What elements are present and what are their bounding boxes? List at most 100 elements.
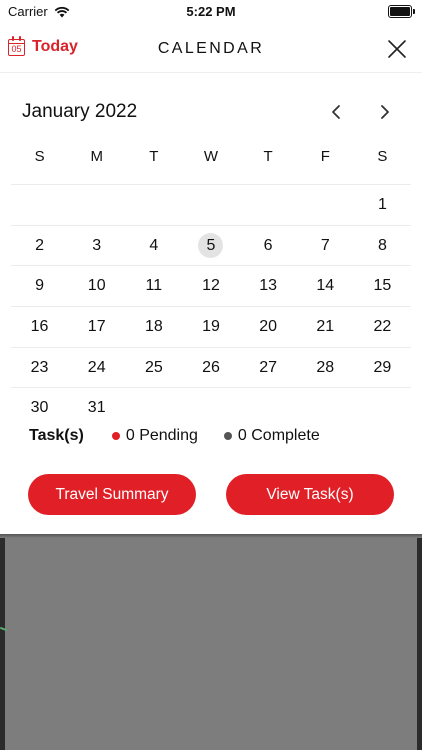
calendar-day[interactable]: 10 (68, 266, 125, 306)
background-overlay (0, 534, 422, 750)
calendar-header: 05 Today CALENDAR (0, 28, 422, 73)
calendar-day[interactable]: 12 (182, 266, 239, 306)
calendar-day[interactable]: 14 (297, 266, 354, 306)
calendar-week-row: 1 (11, 184, 411, 225)
weekday-label: S (34, 148, 45, 165)
calendar-week-row: 2 3 4 5 6 7 8 (11, 224, 411, 266)
calendar-day-number: 16 (30, 317, 49, 335)
weekday-label: T (149, 148, 159, 165)
weekday-label: T (263, 148, 273, 165)
chevron-right-icon[interactable] (372, 99, 398, 125)
calendar-day[interactable]: 6 (240, 226, 297, 266)
calendar-day[interactable]: 7 (297, 226, 354, 266)
month-title: January 2022 (22, 101, 138, 122)
calendar-day[interactable]: 24 (68, 348, 125, 388)
battery-icon (388, 5, 415, 18)
calendar-day[interactable]: 19 (182, 307, 239, 347)
tasks-label: Task(s) (29, 427, 84, 444)
calendar-day[interactable]: 23 (11, 348, 68, 388)
calendar-day-number: 4 (149, 236, 159, 254)
calendar-day[interactable]: 3 (68, 226, 125, 266)
calendar-day[interactable]: 11 (125, 266, 182, 306)
calendar-day-number: 3 (92, 236, 102, 254)
calendar-day-number: 8 (377, 236, 387, 254)
calendar-day-number: 26 (202, 358, 220, 376)
calendar-day[interactable]: 4 (125, 226, 182, 266)
calendar-day[interactable]: 22 (354, 307, 411, 347)
calendar-day[interactable]: 9 (11, 266, 68, 306)
pending-count: 0 Pending (111, 427, 198, 445)
view-tasks-button[interactable]: View Task(s) (226, 474, 394, 515)
status-bar: Carrier 5:22 PM (0, 0, 422, 24)
calendar-empty-cell (354, 388, 411, 428)
calendar-day[interactable]: 18 (125, 307, 182, 347)
calendar-week-row: 30 31 (11, 387, 411, 428)
calendar-day-number: 19 (202, 317, 220, 335)
calendar-day-number: 23 (30, 358, 49, 376)
calendar-day-number: 17 (87, 317, 106, 335)
calendar-day-number: 27 (259, 358, 278, 376)
calendar-day[interactable]: 2 (11, 226, 68, 266)
chevron-left-icon[interactable] (323, 99, 349, 125)
overlay-edge-right (417, 534, 422, 750)
calendar-day-number: 9 (35, 277, 45, 295)
calendar-empty-cell (297, 388, 354, 428)
calendar-empty-cell (240, 185, 297, 225)
calendar-day-number: 5 (198, 233, 224, 259)
calendar-day-number: 25 (144, 358, 163, 376)
calendar-week-row: 16 17 18 19 20 21 22 (11, 306, 411, 347)
calendar-empty-cell (68, 185, 125, 225)
calendar-day-number: 28 (316, 358, 335, 376)
calendar-day-number: 2 (35, 236, 45, 254)
calendar-day-number: 1 (377, 195, 387, 213)
calendar-grid: 1 2 3 4 5 6 7 8 9 10 11 12 13 14 15 16 17 18 19 20 21 22 23 24 2… (11, 184, 411, 428)
calendar-day-number: 14 (316, 277, 335, 295)
calendar-day[interactable]: 1 (354, 185, 411, 225)
weekday-label: F (320, 148, 330, 165)
close-icon[interactable] (386, 38, 408, 60)
calendar-day[interactable]: 15 (354, 266, 411, 306)
pending-label: 0 Pending (125, 427, 198, 444)
calendar-empty-cell (125, 388, 182, 428)
task-summary: Task(s) 0 Pending 0 Complete (29, 427, 346, 445)
calendar-empty-cell (125, 185, 182, 225)
calendar-day-number: 22 (373, 317, 392, 335)
calendar-day-number: 11 (145, 277, 163, 295)
calendar-empty-cell (182, 388, 239, 428)
calendar-day-number: 18 (144, 317, 163, 335)
calendar-day[interactable]: 29 (354, 348, 411, 388)
calendar-empty-cell (11, 185, 68, 225)
calendar-day-number: 20 (259, 317, 278, 335)
calendar-day-number: 21 (316, 317, 335, 335)
calendar-day[interactable]: 25 (125, 348, 182, 388)
calendar-day-number: 6 (263, 236, 273, 254)
calendar-day[interactable]: 27 (240, 348, 297, 388)
calendar-day-number: 30 (30, 399, 49, 417)
calendar-empty-cell (182, 185, 239, 225)
pending-dot (111, 432, 120, 440)
weekday-label: W (203, 148, 219, 165)
calendar-day[interactable]: 8 (354, 226, 411, 266)
calendar-day[interactable]: 28 (297, 348, 354, 388)
calendar-day[interactable]: 13 (240, 266, 297, 306)
page-title: CALENDAR (157, 40, 265, 57)
calendar-week-row: 23 24 25 26 27 28 29 (11, 346, 411, 388)
calendar-day[interactable]: 16 (11, 307, 68, 347)
panel-shadow (0, 534, 422, 538)
calendar-day-number: 24 (87, 358, 106, 376)
complete-label: 0 Complete (237, 427, 320, 444)
calendar-day[interactable]: 17 (68, 307, 125, 347)
calendar-day-number: 29 (373, 358, 392, 376)
calendar-day[interactable]: 21 (297, 307, 354, 347)
status-time: 5:22 PM (186, 4, 236, 19)
complete-count: 0 Complete (223, 427, 320, 445)
calendar-day[interactable]: 26 (182, 348, 239, 388)
calendar-day-number: 31 (87, 399, 106, 417)
calendar-day[interactable]: 20 (240, 307, 297, 347)
calendar-week-row: 9 10 11 12 13 14 15 (11, 265, 411, 306)
calendar-day[interactable]: 30 (11, 388, 68, 428)
calendar-day[interactable]: 31 (68, 388, 125, 428)
travel-summary-button[interactable]: Travel Summary (28, 474, 196, 515)
calendar-empty-cell (297, 185, 354, 225)
calendar-day-today[interactable]: 5 (182, 226, 239, 266)
